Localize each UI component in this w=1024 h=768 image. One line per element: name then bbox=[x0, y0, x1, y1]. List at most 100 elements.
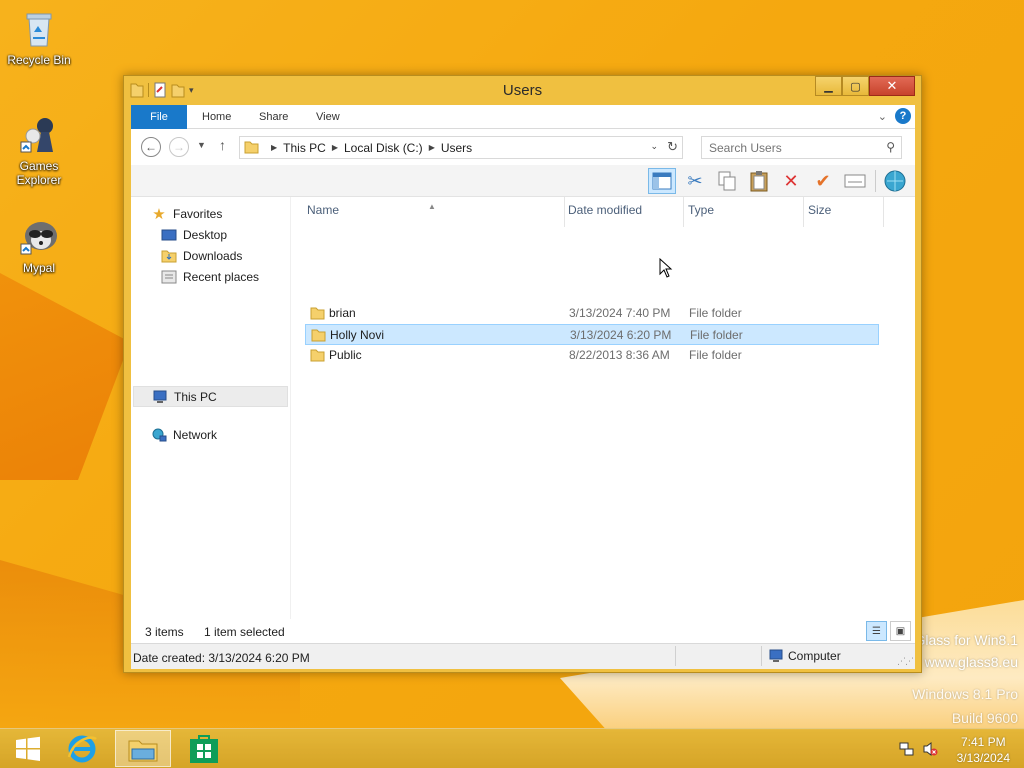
nav-label: Favorites bbox=[173, 207, 223, 221]
nav-network[interactable]: Network bbox=[151, 428, 217, 442]
content-area: ★ Favorites Desktop Downloads Recent pla… bbox=[131, 197, 915, 619]
clock-date: 3/13/2024 bbox=[956, 751, 1010, 765]
column-header-label: Name bbox=[307, 203, 340, 217]
folder-icon bbox=[310, 349, 325, 362]
paste-icon bbox=[750, 171, 768, 192]
column-header-size[interactable]: Size bbox=[804, 197, 884, 227]
volume-muted-icon[interactable] bbox=[922, 741, 938, 757]
desktop-icon-label: Games Explorer bbox=[16, 159, 62, 187]
watermark-text: www.glass8.eu bbox=[924, 654, 1018, 670]
network-icon bbox=[152, 428, 167, 442]
file-type: File folder bbox=[690, 328, 743, 342]
navigation-pane[interactable]: ★ Favorites Desktop Downloads Recent pla… bbox=[131, 197, 291, 619]
taskbar-internet-explorer[interactable] bbox=[54, 730, 110, 767]
desktop-icon-mypal[interactable]: Mypal bbox=[1, 216, 77, 275]
breadcrumb-local-disk[interactable]: Local Disk (C:) bbox=[344, 141, 423, 155]
delete-button[interactable]: ✕ bbox=[777, 168, 805, 194]
address-bar[interactable]: ▶ This PC ▶ Local Disk (C:) ▶ Users ⌄ ↻ bbox=[239, 136, 683, 159]
search-input[interactable] bbox=[702, 137, 872, 158]
properties-button[interactable] bbox=[841, 168, 869, 194]
divider bbox=[675, 646, 676, 666]
ribbon-tab-bar: File Home Share View ⌄ ? bbox=[131, 105, 915, 129]
window-controls: ▁ ▢ ✕ bbox=[815, 76, 915, 96]
desktop-icon-recycle-bin[interactable]: Recycle Bin bbox=[1, 8, 77, 67]
games-explorer-icon bbox=[20, 118, 53, 153]
cut-button[interactable]: ✂ bbox=[681, 168, 709, 194]
nav-label: Downloads bbox=[183, 249, 243, 263]
recent-places-icon bbox=[161, 270, 177, 284]
title-bar[interactable]: ▾ Users ▁ ▢ ✕ bbox=[124, 76, 921, 105]
search-box[interactable]: ⚲ bbox=[701, 136, 902, 159]
item-count: 3 items bbox=[145, 625, 184, 639]
tab-file[interactable]: File bbox=[131, 105, 187, 129]
minimize-button[interactable]: ▁ bbox=[815, 76, 842, 96]
expand-ribbon-icon[interactable]: ⌄ bbox=[878, 110, 887, 123]
file-name: Public bbox=[329, 348, 362, 362]
mouse-cursor-icon bbox=[659, 258, 673, 278]
recent-locations-chevron-down-icon[interactable]: ▼ bbox=[197, 140, 206, 150]
properties-icon bbox=[844, 174, 866, 188]
nav-this-pc[interactable]: This PC bbox=[133, 386, 288, 407]
file-name: Holly Novi bbox=[330, 328, 385, 342]
table-row[interactable]: brian 3/13/2024 7:40 PM File folder bbox=[305, 303, 879, 324]
column-header-type[interactable]: Type bbox=[684, 197, 804, 227]
back-button[interactable]: ← bbox=[141, 137, 161, 157]
divider bbox=[875, 170, 876, 192]
file-list[interactable]: Name ▲ Date modified Type Size brian 3/1… bbox=[303, 197, 915, 619]
store-icon bbox=[190, 734, 218, 763]
column-header-date-modified[interactable]: Date modified bbox=[564, 197, 684, 227]
start-button[interactable] bbox=[0, 730, 56, 767]
nav-favorites[interactable]: ★ Favorites bbox=[151, 206, 223, 223]
address-history-chevron-down-icon[interactable]: ⌄ bbox=[650, 141, 658, 152]
web-button[interactable] bbox=[881, 168, 909, 194]
large-icons-view-button[interactable]: ▣ bbox=[890, 621, 911, 641]
resize-grip-icon[interactable]: ⋰⋰ bbox=[897, 656, 914, 667]
copy-icon bbox=[718, 171, 736, 191]
refresh-icon[interactable]: ↻ bbox=[667, 139, 678, 155]
breadcrumb-this-pc[interactable]: This PC bbox=[283, 141, 326, 155]
clock[interactable]: 7:41 PM 3/13/2024 bbox=[957, 734, 1010, 766]
scissors-icon: ✂ bbox=[687, 170, 703, 191]
tab-home[interactable]: Home bbox=[190, 105, 243, 129]
paste-button[interactable] bbox=[745, 168, 773, 194]
nav-recent-places[interactable]: Recent places bbox=[161, 270, 259, 284]
copy-button[interactable] bbox=[713, 168, 741, 194]
tab-share[interactable]: Share bbox=[247, 105, 300, 129]
rename-button[interactable]: ✔ bbox=[809, 168, 837, 194]
sort-ascending-icon: ▲ bbox=[428, 202, 436, 211]
taskbar-file-explorer[interactable] bbox=[115, 730, 171, 767]
clock-time: 7:41 PM bbox=[960, 735, 1006, 749]
close-button[interactable]: ✕ bbox=[869, 76, 915, 96]
details-bar: Date created: 3/13/2024 6:20 PM Computer… bbox=[131, 643, 915, 669]
forward-button[interactable]: → bbox=[169, 137, 189, 157]
explorer-window[interactable]: ▾ Users ▁ ▢ ✕ File Home Share View ⌄ ? ←… bbox=[123, 75, 922, 673]
chevron-right-icon[interactable]: ▶ bbox=[271, 143, 277, 152]
search-icon[interactable]: ⚲ bbox=[886, 140, 895, 154]
help-icon[interactable]: ? bbox=[895, 108, 911, 124]
chevron-right-icon[interactable]: ▶ bbox=[429, 143, 435, 152]
nav-desktop[interactable]: Desktop bbox=[161, 228, 227, 242]
folder-icon bbox=[311, 329, 326, 342]
nav-label: Recent places bbox=[183, 270, 260, 284]
preview-pane-button[interactable] bbox=[648, 168, 676, 194]
chevron-right-icon[interactable]: ▶ bbox=[332, 143, 338, 152]
details-view-button[interactable]: ☰ bbox=[866, 621, 887, 641]
watermark-text: Windows 8.1 Pro bbox=[912, 686, 1018, 702]
table-row[interactable]: Public 8/22/2013 8:36 AM File folder bbox=[305, 345, 879, 366]
file-date-modified: 8/22/2013 8:36 AM bbox=[569, 348, 670, 362]
maximize-button[interactable]: ▢ bbox=[842, 76, 869, 96]
table-row[interactable]: Holly Novi 3/13/2024 6:20 PM File folder bbox=[305, 324, 879, 345]
breadcrumb-users[interactable]: Users bbox=[441, 141, 472, 155]
windows-logo-icon bbox=[16, 736, 40, 761]
checkmark-icon: ✔ bbox=[815, 170, 831, 191]
network-status-icon[interactable] bbox=[899, 741, 915, 757]
nav-downloads[interactable]: Downloads bbox=[161, 249, 242, 263]
column-header-label: Date modified bbox=[568, 203, 643, 217]
taskbar-store[interactable] bbox=[176, 730, 232, 767]
column-header-name[interactable]: Name ▲ bbox=[303, 197, 565, 227]
tab-view[interactable]: View bbox=[304, 105, 352, 129]
up-button[interactable]: ↑ bbox=[219, 137, 226, 153]
desktop-icon-games-explorer[interactable]: Games Explorer bbox=[1, 114, 77, 187]
computer-icon bbox=[769, 649, 783, 662]
desktop-wallpaper-shape bbox=[0, 273, 130, 480]
